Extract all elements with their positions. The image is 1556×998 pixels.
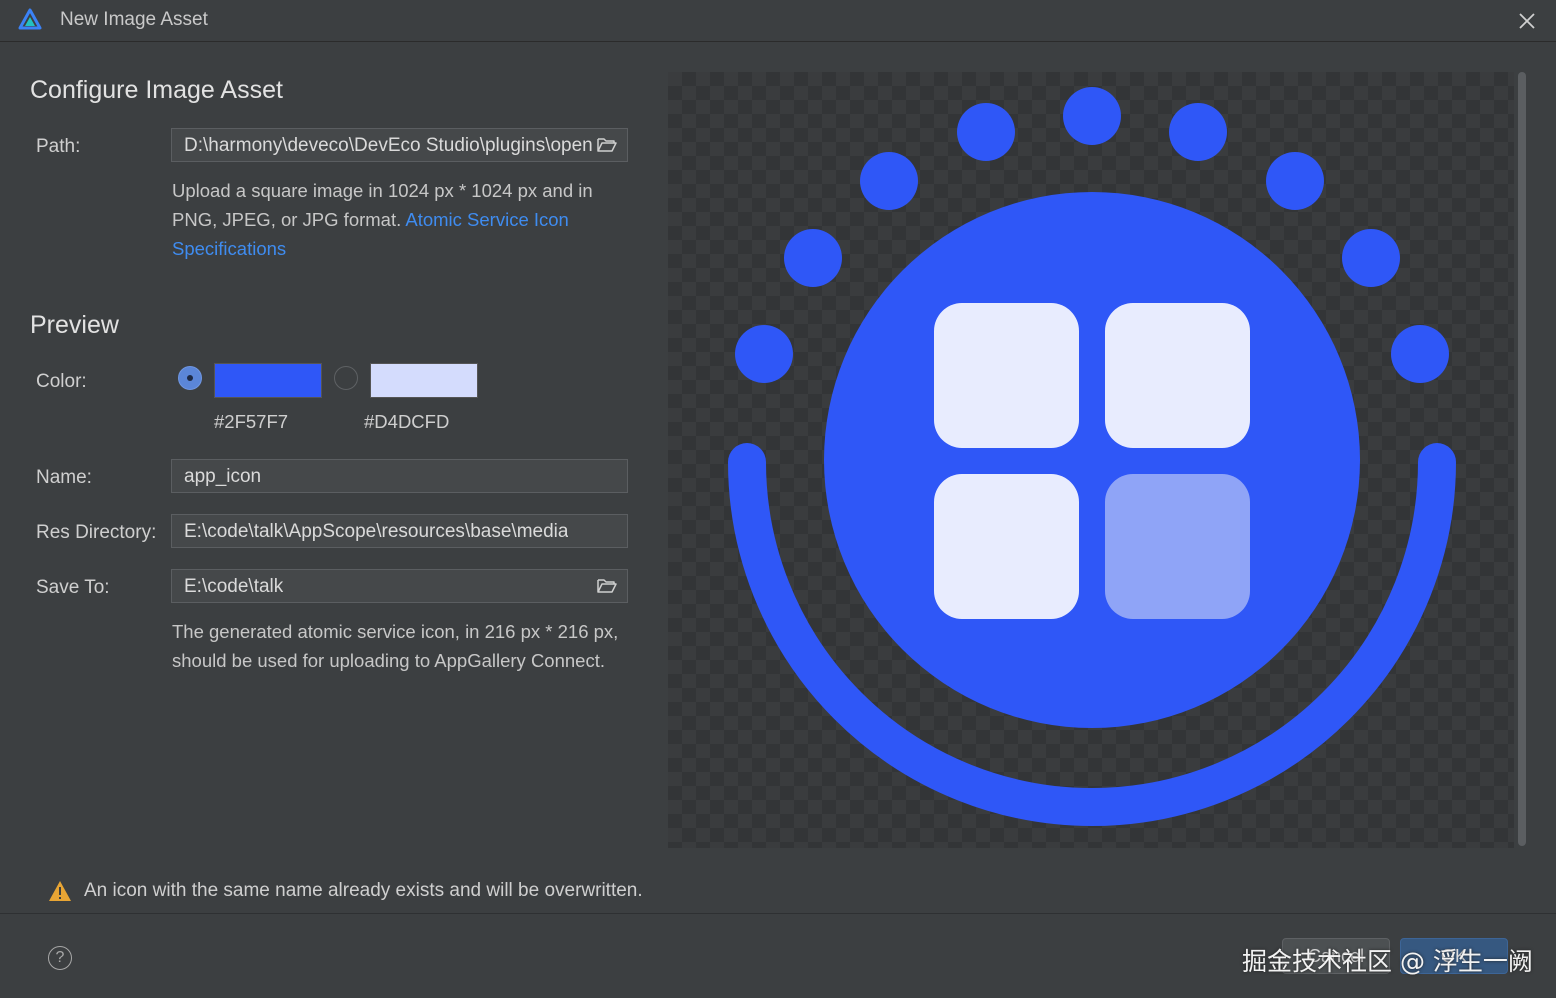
help-icon[interactable]: ? <box>48 946 72 970</box>
color-label: Color: <box>36 371 87 392</box>
grid-square-top-left <box>934 303 1079 448</box>
icon-preview-canvas <box>668 72 1514 848</box>
color-label-light: #D4DCFD <box>364 411 450 432</box>
color-label-primary: #2F57F7 <box>214 411 289 432</box>
orbit-dot <box>1391 325 1449 383</box>
orbit-dot <box>957 103 1015 161</box>
window-title: New Image Asset <box>60 9 208 30</box>
name-input[interactable]: app_icon <box>171 459 628 493</box>
dialog-footer: ? Cancel OK 掘金技术社区 @ 浮生一阙 <box>0 913 1556 998</box>
warning-triangle-icon <box>49 881 71 901</box>
save-to-label: Save To: <box>36 577 110 598</box>
color-swatch-light[interactable] <box>370 363 478 398</box>
path-label: Path: <box>36 136 81 157</box>
save-to-field[interactable]: E:\code\talk <box>171 569 628 603</box>
path-value: D:\harmony\deveco\DevEco Studio\plugins\… <box>184 135 594 156</box>
title-bar: New Image Asset <box>0 0 1556 42</box>
preview-scrollbar[interactable] <box>1518 72 1526 846</box>
close-button[interactable] <box>1512 6 1542 36</box>
main-circle <box>824 192 1360 728</box>
folder-open-icon[interactable] <box>597 577 617 595</box>
name-label: Name: <box>36 467 92 488</box>
res-directory-label: Res Directory: <box>36 522 157 543</box>
res-directory-value: E:\code\talk\AppScope\resources\base\med… <box>184 521 569 542</box>
close-icon <box>1519 13 1535 29</box>
res-directory-field[interactable]: E:\code\talk\AppScope\resources\base\med… <box>171 514 628 548</box>
color-radio-primary[interactable] <box>178 366 202 390</box>
atomic-service-icon <box>728 87 1456 826</box>
orbit-dot <box>1342 229 1400 287</box>
path-help: Upload a square image in 1024 px * 1024 … <box>172 176 632 263</box>
color-swatch-primary[interactable] <box>214 363 322 398</box>
grid-square-top-right <box>1105 303 1250 448</box>
save-to-help: The generated atomic service icon, in 21… <box>172 621 619 671</box>
grid-square-bottom-left <box>934 474 1079 619</box>
save-to-value: E:\code\talk <box>184 576 284 597</box>
watermark: 掘金技术社区 @ 浮生一阙 <box>1242 947 1533 976</box>
configure-heading: Configure Image Asset <box>30 76 283 104</box>
orbit-dot <box>860 152 918 210</box>
color-radio-light[interactable] <box>334 366 358 390</box>
deveco-logo-icon <box>18 8 42 30</box>
orbit-dot <box>1266 152 1324 210</box>
orbit-dot <box>1169 103 1227 161</box>
path-field[interactable]: D:\harmony\deveco\DevEco Studio\plugins\… <box>171 128 628 162</box>
orbit-dot <box>735 325 793 383</box>
preview-heading: Preview <box>30 311 119 339</box>
orbit-dot <box>784 229 842 287</box>
orbit-dot <box>1063 87 1121 145</box>
grid-square-bottom-right <box>1105 474 1250 619</box>
folder-open-icon[interactable] <box>597 136 617 154</box>
name-value: app_icon <box>184 466 262 487</box>
warning-text: An icon with the same name already exist… <box>84 880 643 901</box>
